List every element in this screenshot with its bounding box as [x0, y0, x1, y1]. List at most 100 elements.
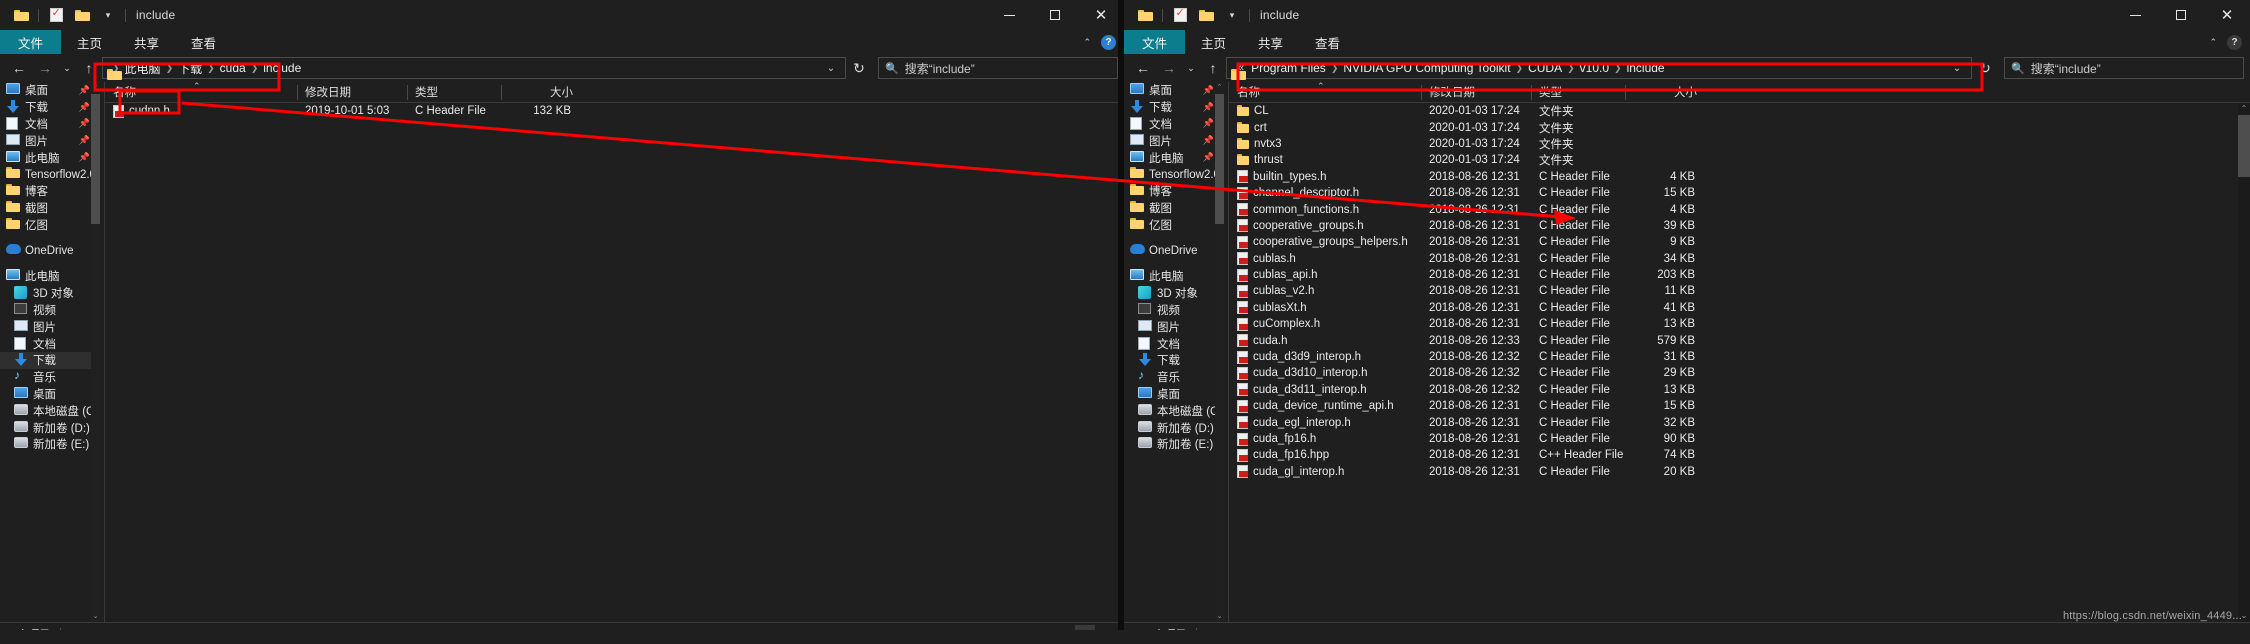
- breadcrumb-item-2[interactable]: CUDA: [1524, 61, 1566, 75]
- nav-item-[interactable]: 亿图: [0, 216, 92, 233]
- nav-item-d[interactable]: 新加卷 (D:): [0, 419, 92, 436]
- search-box-left[interactable]: 🔍 搜索“include”: [878, 57, 1118, 79]
- table-row[interactable]: thrust 2020-01-03 17:24 文件夹: [1229, 152, 2250, 168]
- table-row[interactable]: cuda_fp16.hpp 2018-08-26 12:31 C++ Header …: [1229, 447, 2250, 463]
- table-row[interactable]: cuComplex.h 2018-08-26 12:31 C Header File…: [1229, 316, 2250, 332]
- back-button[interactable]: ←: [1130, 56, 1156, 80]
- table-row[interactable]: cuda_fp16.h 2018-08-26 12:31 C Header File…: [1229, 431, 2250, 447]
- search-input[interactable]: 搜索“include”: [2031, 60, 2101, 77]
- search-input[interactable]: 搜索“include”: [905, 60, 975, 77]
- nav-item-[interactable]: 视频: [0, 302, 92, 319]
- nav-item-tensorflow2-0[interactable]: Tensorflow2.0学: [0, 166, 92, 183]
- close-button[interactable]: ✕: [2204, 0, 2250, 30]
- nav-item-e[interactable]: 新加卷 (E:): [1124, 436, 1216, 453]
- table-row[interactable]: crt 2020-01-03 17:24 文件夹: [1229, 119, 2250, 135]
- breadcrumb-item-4[interactable]: include: [1623, 61, 1669, 75]
- maximize-button[interactable]: [1032, 0, 1078, 30]
- breadcrumb-item-1[interactable]: 下载: [174, 60, 206, 77]
- table-row[interactable]: cuda_d3d11_interop.h 2018-08-26 12:32 C He…: [1229, 382, 2250, 398]
- nav-item-[interactable]: 下载 📌: [1124, 99, 1216, 116]
- maximize-button[interactable]: [2158, 0, 2204, 30]
- nav-item-[interactable]: ♪ 音乐: [0, 369, 92, 386]
- new-folder-icon[interactable]: [1193, 4, 1219, 26]
- nav-item-[interactable]: 桌面: [1124, 386, 1216, 403]
- tab-share[interactable]: 共享: [1242, 30, 1299, 54]
- tab-file[interactable]: 文件: [1124, 30, 1186, 54]
- nav-item-onedrive[interactable]: OneDrive: [0, 242, 92, 259]
- properties-icon[interactable]: [1167, 4, 1193, 26]
- nav-item-[interactable]: 图片: [1124, 318, 1216, 335]
- column-header-name[interactable]: 名称 ⌃: [105, 82, 297, 103]
- nav-item-e[interactable]: 新加卷 (E:): [0, 436, 92, 453]
- nav-item-[interactable]: 图片 📌: [1124, 132, 1216, 149]
- minimize-button[interactable]: [2112, 0, 2158, 30]
- nav-scrollbar-left[interactable]: ⌃ ⌄: [91, 82, 100, 622]
- help-icon[interactable]: ?: [2227, 34, 2242, 50]
- table-row[interactable]: cuda.h 2018-08-26 12:33 C Header File 579 K…: [1229, 332, 2250, 348]
- nav-item-[interactable]: 博客: [1124, 183, 1216, 200]
- tab-file[interactable]: 文件: [0, 30, 62, 54]
- tab-view[interactable]: 查看: [175, 30, 232, 54]
- forward-button[interactable]: →: [1156, 56, 1182, 80]
- table-row[interactable]: cublas_v2.h 2018-08-26 12:31 C Header File…: [1229, 283, 2250, 299]
- table-row[interactable]: common_functions.h 2018-08-26 12:31 C Head…: [1229, 201, 2250, 217]
- minimize-button[interactable]: [986, 0, 1032, 30]
- nav-item-d[interactable]: 新加卷 (D:): [1124, 419, 1216, 436]
- nav-item-[interactable]: 此电脑 📌: [0, 149, 92, 166]
- table-row[interactable]: cuda_gl_interop.h 2018-08-26 12:31 C Heade…: [1229, 464, 2250, 480]
- nav-item-[interactable]: 亿图: [1124, 216, 1216, 233]
- nav-item-[interactable]: 此电脑 📌: [1124, 149, 1216, 166]
- table-row[interactable]: cuda_device_runtime_api.h 2018-08-26 12:3…: [1229, 398, 2250, 414]
- column-header-date[interactable]: 修改日期: [297, 82, 407, 103]
- nav-item-3d[interactable]: 3D 对象: [0, 285, 92, 302]
- table-row[interactable]: cooperative_groups_helpers.h 2018-08-26 1…: [1229, 234, 2250, 250]
- recent-locations-button[interactable]: ⌄: [58, 56, 76, 80]
- refresh-button[interactable]: ↻: [846, 56, 872, 80]
- nav-item-[interactable]: 此电脑: [0, 268, 92, 285]
- nav-item-[interactable]: 桌面 📌: [1124, 82, 1216, 99]
- nav-item-[interactable]: 桌面: [0, 386, 92, 403]
- chevron-down-icon[interactable]: ⌃: [2209, 37, 2217, 48]
- nav-item-[interactable]: 文档: [1124, 335, 1216, 352]
- nav-item-onedrive[interactable]: OneDrive: [1124, 242, 1216, 259]
- nav-item-[interactable]: 桌面 📌: [0, 82, 92, 99]
- nav-item-[interactable]: 文档: [0, 335, 92, 352]
- search-box-right[interactable]: 🔍 搜索“include”: [2004, 57, 2244, 79]
- breadcrumb-item-0[interactable]: Program Files: [1247, 61, 1330, 75]
- nav-item-[interactable]: 文档 📌: [0, 116, 92, 133]
- nav-item-tensorflow2-0[interactable]: Tensorflow2.0学: [1124, 166, 1216, 183]
- forward-button[interactable]: →: [32, 56, 58, 80]
- table-row[interactable]: channel_descriptor.h 2018-08-26 12:31 C He…: [1229, 185, 2250, 201]
- column-header-type[interactable]: 类型: [1531, 82, 1625, 103]
- address-dropdown-button[interactable]: ⌄: [821, 58, 841, 78]
- up-button[interactable]: ↑: [1200, 56, 1226, 80]
- tab-view[interactable]: 查看: [1299, 30, 1356, 54]
- nav-item-[interactable]: 下载: [0, 351, 92, 369]
- breadcrumb-item-3[interactable]: v10.0: [1576, 61, 1613, 75]
- nav-item-3d[interactable]: 3D 对象: [1124, 285, 1216, 302]
- table-row[interactable]: cudnn.h 2019-10-01 5:03 C Header File 132 K…: [105, 103, 1124, 119]
- nav-item-[interactable]: 视频: [1124, 302, 1216, 319]
- column-header-size[interactable]: 大小: [501, 82, 581, 103]
- nav-item-[interactable]: 文档 📌: [1124, 116, 1216, 133]
- file-list-scrollbar-right[interactable]: ⌃ ⌄: [2238, 103, 2250, 622]
- table-row[interactable]: CL 2020-01-03 17:24 文件夹: [1229, 103, 2250, 119]
- table-row[interactable]: builtin_types.h 2018-08-26 12:31 C Header …: [1229, 169, 2250, 185]
- column-header-type[interactable]: 类型: [407, 82, 501, 103]
- breadcrumb-item-0[interactable]: 此电脑: [121, 60, 165, 77]
- column-header-size[interactable]: 大小: [1625, 82, 1705, 103]
- nav-item-[interactable]: 截图: [1124, 200, 1216, 217]
- table-row[interactable]: cooperative_groups.h 2018-08-26 12:31 C He…: [1229, 218, 2250, 234]
- address-bar[interactable]: ❯ 此电脑 ❯ 下载 ❯ cuda ❯ include ⌄: [102, 57, 846, 79]
- chevron-down-icon[interactable]: ▾: [1219, 4, 1245, 26]
- chevron-down-icon[interactable]: ▾: [95, 4, 121, 26]
- properties-icon[interactable]: [43, 4, 69, 26]
- nav-item-c[interactable]: 本地磁盘 (C:): [0, 402, 92, 419]
- nav-scrollbar-right[interactable]: ⌃ ⌄: [1215, 82, 1224, 622]
- nav-item-[interactable]: 下载 📌: [0, 99, 92, 116]
- up-button[interactable]: ↑: [76, 56, 102, 80]
- table-row[interactable]: cublas.h 2018-08-26 12:31 C Header File 34 …: [1229, 251, 2250, 267]
- nav-item-[interactable]: 图片: [0, 318, 92, 335]
- nav-item-c[interactable]: 本地磁盘 (C:): [1124, 402, 1216, 419]
- nav-item-[interactable]: 图片 📌: [0, 132, 92, 149]
